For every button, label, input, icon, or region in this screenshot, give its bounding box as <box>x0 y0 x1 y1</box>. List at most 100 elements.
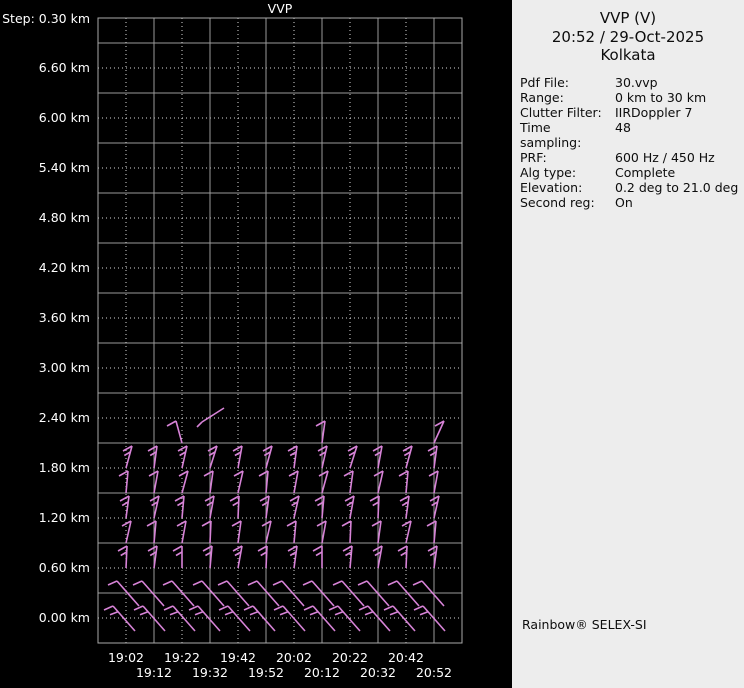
x-tick-label: 20:32 <box>360 665 396 680</box>
meta-row: Elevation: 0.2 deg to 21.0 deg <box>520 180 744 195</box>
wind-barb <box>332 580 343 586</box>
wind-barb <box>209 520 212 544</box>
x-tick-label: 19:12 <box>136 665 172 680</box>
wind-barb <box>412 580 423 586</box>
meta-row: Time sampling: 48 <box>520 120 744 150</box>
wind-barb <box>237 445 243 469</box>
wind-barb <box>337 605 361 632</box>
wind-barb <box>162 580 173 586</box>
wind-barb <box>172 545 183 552</box>
wind-barb <box>109 610 119 616</box>
wind-barb <box>413 605 424 611</box>
wind-barb <box>237 520 242 544</box>
wind-barb <box>201 407 225 423</box>
meta-label: Second reg: <box>520 194 595 210</box>
wind-barb <box>265 520 272 544</box>
wind-barb <box>237 545 243 569</box>
wind-barb <box>302 580 313 586</box>
meta-value: 0.2 deg to 21.0 deg <box>615 179 739 195</box>
meta-label: Time sampling: <box>520 119 582 150</box>
y-tick-label: 2.40 km <box>39 410 90 425</box>
wind-barb <box>107 580 118 586</box>
wind-barb <box>405 520 412 544</box>
wind-barb <box>286 520 297 527</box>
x-tick-label: 19:02 <box>108 650 144 665</box>
meta-row: Second reg: On <box>520 195 744 210</box>
wind-barb <box>258 470 269 477</box>
wind-barb <box>172 605 196 632</box>
wind-barb <box>377 545 383 569</box>
wind-barb <box>377 470 384 494</box>
x-tick-label: 19:22 <box>164 650 200 665</box>
meta-label: Alg type: <box>520 164 577 180</box>
wind-barb <box>358 605 369 611</box>
step-label: Step: 0.30 km <box>2 11 90 26</box>
x-tick-label: 19:52 <box>248 665 284 680</box>
wind-barb <box>349 520 352 544</box>
wind-barb <box>197 605 221 632</box>
wind-barb <box>103 605 114 611</box>
wind-barb <box>398 470 409 477</box>
x-tick-label: 19:32 <box>192 665 228 680</box>
brand-footer: Rainbow® SELEX-SI <box>522 617 647 632</box>
wind-barb <box>125 545 128 569</box>
wind-barb <box>364 610 374 616</box>
wind-barb <box>433 495 440 519</box>
wind-barb <box>153 470 159 494</box>
wind-barb <box>181 520 187 544</box>
wind-barb <box>357 580 368 586</box>
wind-barb <box>315 551 323 557</box>
wind-barb <box>169 610 179 616</box>
wind-barb <box>312 605 336 632</box>
wind-barb <box>321 520 327 544</box>
y-tick-label: 6.60 km <box>39 60 90 75</box>
wind-barb <box>192 580 203 586</box>
y-tick-label: 4.80 km <box>39 210 90 225</box>
meta-list: Pdf File: 30.vvp Range: 0 km to 30 km Clutte… <box>512 75 744 210</box>
wind-barb <box>252 605 276 632</box>
wind-barb <box>342 545 353 552</box>
meta-value: 600 Hz / 450 Hz <box>615 149 715 165</box>
y-tick-label: 0.00 km <box>39 610 90 625</box>
wind-barb <box>146 520 157 527</box>
meta-value: On <box>615 194 633 210</box>
x-tick-label: 20:12 <box>304 665 340 680</box>
wind-barb <box>309 610 319 616</box>
wind-barb <box>383 605 394 611</box>
meta-value: 30.vvp <box>615 74 658 90</box>
wind-barb <box>153 495 160 519</box>
wind-barb <box>273 605 284 611</box>
wind-barb <box>218 605 229 611</box>
wind-barb <box>293 445 298 469</box>
wind-barb <box>224 610 234 616</box>
wind-barb <box>247 580 258 586</box>
wind-barb <box>202 545 213 552</box>
wind-barb <box>175 420 183 444</box>
wind-barb <box>188 605 199 611</box>
x-tick-label: 20:02 <box>276 650 312 665</box>
wind-barb <box>314 495 325 502</box>
wind-barb <box>419 610 429 616</box>
y-tick-label: 3.60 km <box>39 310 90 325</box>
wind-barb <box>389 610 399 616</box>
wind-barb <box>392 605 416 632</box>
meta-row: Pdf File: 30.vvp <box>520 75 744 90</box>
wind-barb <box>112 605 136 632</box>
y-tick-label: 1.20 km <box>39 510 90 525</box>
wind-barb <box>303 605 314 611</box>
wind-barb <box>174 495 185 502</box>
wind-barb <box>341 520 352 527</box>
meta-label: PRF: <box>520 149 547 165</box>
x-tick-label: 20:42 <box>388 650 424 665</box>
plot-title: VVP <box>268 1 293 16</box>
info-panel: VVP (V) 20:52 / 29-Oct-2025 Kolkata Pdf … <box>512 0 744 688</box>
wind-barb <box>272 580 283 586</box>
radar-site-name: Kolkata <box>600 46 656 64</box>
y-tick-label: 5.40 km <box>39 160 90 175</box>
wind-barb <box>377 495 380 519</box>
wind-barb <box>426 520 437 527</box>
meta-value: IIRDoppler 7 <box>615 104 693 120</box>
wind-barb <box>163 605 174 611</box>
panel-header: VVP (V) 20:52 / 29-Oct-2025 Kolkata <box>512 9 744 65</box>
y-tick-label: 4.20 km <box>39 260 90 275</box>
